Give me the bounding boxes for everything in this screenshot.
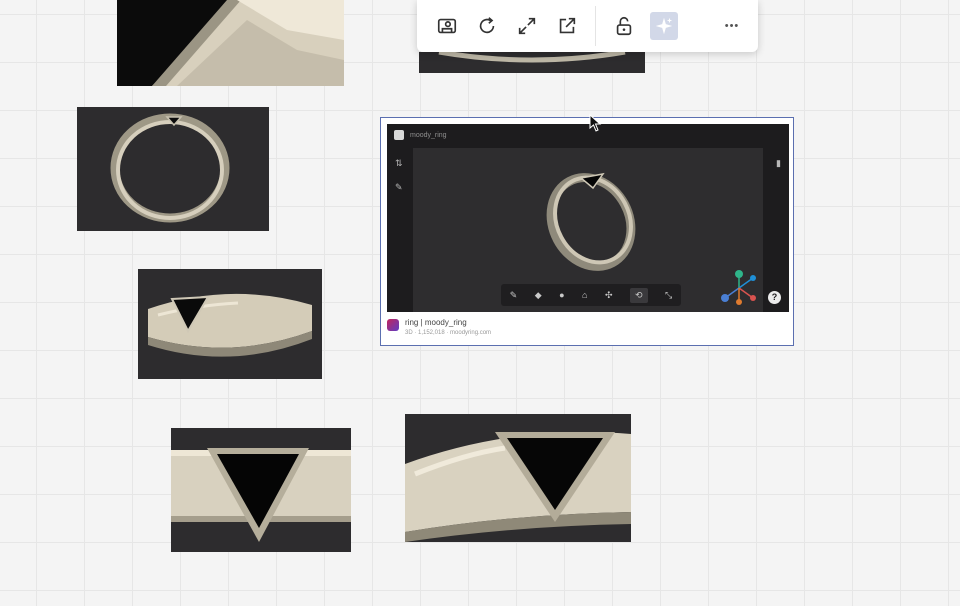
image-card-ring-top-left[interactable] bbox=[117, 0, 344, 86]
axis-gizmo-icon[interactable] bbox=[719, 268, 759, 308]
expand-button[interactable] bbox=[507, 6, 547, 46]
embedded-3d-viewer[interactable]: moody_ring ⇅ ✎ ▮ ✎ ◆ ● ⌂ ✣ ⟲ ⤡ ? bbox=[387, 124, 789, 312]
image-card-stone-angled[interactable] bbox=[405, 414, 631, 542]
image-card-stone-front[interactable] bbox=[171, 428, 351, 552]
help-button[interactable]: ? bbox=[768, 291, 781, 304]
viewer-title: moody_ring bbox=[410, 131, 447, 139]
more-icon: ••• bbox=[724, 20, 740, 32]
image-card-ring-top-center[interactable] bbox=[419, 52, 645, 73]
embed-meta: ring | moody_ring 3D · 1,152,018 · moody… bbox=[387, 317, 787, 341]
ring-render-band bbox=[438, 52, 626, 63]
image-card-ring-angled[interactable] bbox=[138, 269, 322, 379]
more-button[interactable]: ••• bbox=[712, 6, 752, 46]
viewer-side-tool-2[interactable]: ✎ bbox=[395, 182, 403, 193]
viewer-toolbar: ✎ ◆ ● ⌂ ✣ ⟲ ⤡ bbox=[501, 284, 681, 306]
sparkle-icon bbox=[655, 17, 673, 35]
viewer-tool-light[interactable]: ● bbox=[559, 290, 564, 300]
source-app-icon bbox=[387, 319, 399, 331]
ring-render-closeup bbox=[152, 0, 344, 86]
viewer-header: moody_ring bbox=[387, 124, 789, 146]
ring-render-stone-front bbox=[171, 448, 351, 542]
refresh-icon bbox=[479, 17, 495, 34]
ring-render-stone-angled bbox=[405, 432, 631, 542]
comment-icon[interactable]: ▮ bbox=[776, 158, 781, 169]
embed-subtitle: 3D · 1,152,018 · moodyring.com bbox=[405, 330, 492, 336]
lock-button[interactable] bbox=[604, 6, 644, 46]
floating-toolbar: ••• bbox=[417, 0, 758, 52]
toolbar-divider bbox=[595, 6, 596, 46]
viewer-tool-orbit[interactable]: ⟲ bbox=[629, 287, 648, 303]
embed-icon bbox=[437, 18, 457, 34]
viewer-tool-move[interactable]: ✣ bbox=[605, 290, 613, 301]
embed-card-3d-viewer[interactable]: moody_ring ⇅ ✎ ▮ ✎ ◆ ● ⌂ ✣ ⟲ ⤡ ? ring | … bbox=[380, 117, 794, 346]
viewer-tool-material[interactable]: ◆ bbox=[535, 290, 542, 301]
viewer-tool-fullscreen[interactable]: ⤡ bbox=[665, 290, 672, 301]
open-external-icon bbox=[559, 17, 576, 34]
viewer-logo-icon bbox=[394, 130, 404, 140]
ring-render-full bbox=[110, 113, 230, 223]
embed-name[interactable]: ring | moody_ring bbox=[405, 318, 467, 327]
unlock-icon bbox=[616, 16, 632, 36]
embed-button[interactable] bbox=[427, 6, 467, 46]
viewer-tool-edit[interactable]: ✎ bbox=[510, 290, 518, 301]
ring-render-angled bbox=[148, 293, 312, 357]
viewer-tool-home[interactable]: ⌂ bbox=[582, 290, 587, 300]
viewer-side-tool-1[interactable]: ⇅ bbox=[395, 158, 403, 169]
refresh-button[interactable] bbox=[467, 6, 507, 46]
open-external-button[interactable] bbox=[547, 6, 587, 46]
image-card-ring-full[interactable] bbox=[77, 107, 269, 231]
expand-icon bbox=[518, 17, 536, 35]
mouse-cursor-icon bbox=[589, 114, 602, 132]
ai-assist-button[interactable] bbox=[650, 12, 678, 40]
